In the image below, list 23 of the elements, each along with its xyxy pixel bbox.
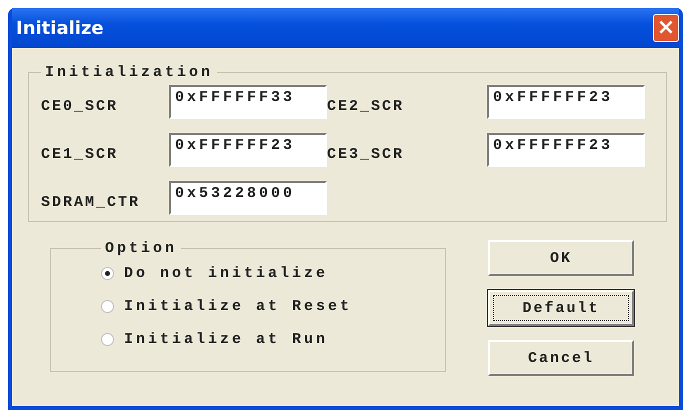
radio-label[interactable]: Do not initialize [124, 265, 328, 282]
field-label: CE1_SCR [41, 144, 120, 162]
input-field[interactable]: 0xFFFFFF33 [169, 85, 327, 119]
field-label: CE2_SCR [327, 96, 406, 114]
group-title: Initialization [44, 64, 214, 81]
radio-button[interactable] [101, 267, 114, 280]
dialog-button[interactable]: Default [488, 290, 634, 326]
input-field[interactable]: 0xFFFFFF23 [487, 133, 645, 167]
radio-button[interactable] [101, 300, 114, 313]
field-label: CE3_SCR [327, 144, 406, 162]
radio-label[interactable]: Initialize at Run [124, 331, 328, 348]
input-field[interactable]: 0x53228000 [169, 181, 327, 215]
dialog-button[interactable]: Cancel [488, 340, 634, 376]
radio-button[interactable] [101, 333, 114, 346]
group-title: Option [104, 240, 178, 257]
window-title: Initialize [16, 18, 104, 38]
input-field[interactable]: 0xFFFFFF23 [169, 133, 327, 167]
dialog-button[interactable]: OK [488, 240, 634, 276]
close-button[interactable]: × [653, 14, 679, 42]
field-label: CE0_SCR [41, 96, 120, 114]
field-label: SDRAM_CTR [41, 192, 142, 210]
radio-label[interactable]: Initialize at Reset [124, 298, 352, 315]
input-field[interactable]: 0xFFFFFF23 [487, 85, 645, 119]
